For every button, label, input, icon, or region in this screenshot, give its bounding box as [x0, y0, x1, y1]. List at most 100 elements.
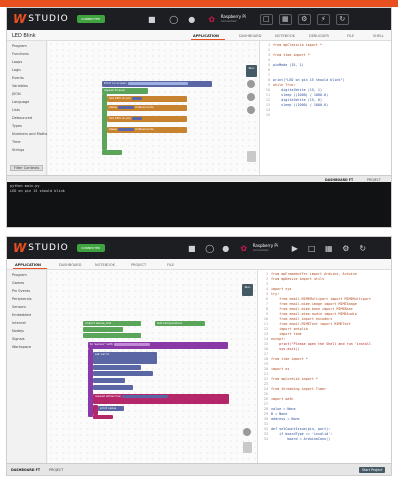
toolbox-item[interactable]: Games — [12, 281, 24, 285]
toolbox-item[interactable]: JSON — [12, 92, 21, 96]
menu-icon[interactable]: ■ — [145, 12, 159, 26]
toolbox-item[interactable]: Strings — [12, 148, 24, 152]
toolbox-item[interactable]: Numbers and Maths — [12, 132, 47, 136]
tab-dashboard-ft[interactable]: DASHBOARD FT — [11, 468, 40, 472]
toolbox-item[interactable]: Pin Events — [12, 289, 30, 293]
print-block[interactable]: print value — [98, 406, 124, 411]
run-button[interactable]: Run — [242, 284, 253, 296]
tab-dashboard[interactable]: DASHBOARD — [59, 263, 81, 267]
device-selector[interactable]: Raspberry Pi connected — [221, 14, 246, 24]
console-icon[interactable]: □ — [305, 241, 319, 255]
toolbox-item[interactable]: Types — [12, 124, 22, 128]
tab-notebook[interactable]: NOTEBOOK — [95, 263, 115, 267]
tab-shell[interactable]: SHELL — [373, 34, 384, 38]
tab-dashboard[interactable]: DASHBOARD — [239, 34, 261, 38]
flash-icon[interactable]: ⚡ — [316, 13, 330, 25]
trash-icon[interactable] — [247, 151, 256, 162]
toolbox-item[interactable]: Embedded — [12, 313, 31, 317]
help-icon[interactable]: ◯ — [203, 241, 217, 255]
set-led-block[interactable]: Set LED on pin — [107, 96, 187, 102]
code-editor[interactable]: 1 from mpFramebuffer import Arduino, Ardu… — [257, 270, 391, 463]
tab-notebook[interactable]: NOTEBOOK — [275, 34, 295, 38]
blocks-workspace[interactable]: import sense_hat Get temperature to 'sen… — [48, 270, 257, 463]
code-editor[interactable]: 1 from mpClassLib import * 2 3 from time i… — [259, 41, 391, 175]
tab-project[interactable]: PROJECT — [131, 263, 146, 267]
device-selector[interactable]: Raspberry Pi connected — [253, 243, 278, 253]
zoom-in-icon[interactable] — [243, 428, 251, 436]
wait-block[interactable]: sleep milliseconds — [107, 127, 187, 133]
wait-label: sleep — [109, 127, 117, 131]
tab-debugger[interactable]: DEBUGGER — [309, 34, 329, 38]
gear-icon[interactable]: ⚙ — [297, 13, 311, 25]
code-line: from email.MIMEMultipart import MIMEMult… — [271, 297, 372, 301]
code-line: import smtplib — [271, 327, 308, 331]
toolbox-item[interactable]: Peripherals — [12, 297, 32, 301]
toolbox-item[interactable]: Events — [12, 76, 24, 80]
set-block[interactable] — [93, 378, 125, 383]
zoom-in-icon[interactable] — [247, 80, 255, 88]
repeat-block[interactable]: repeat forever — [102, 88, 148, 94]
console-icon[interactable]: □ — [259, 13, 273, 25]
code-line: import os — [271, 367, 290, 371]
toolbox-item[interactable]: Program — [12, 273, 27, 277]
set-block[interactable] — [93, 385, 133, 390]
terminal[interactable]: python main.py LED on pin 15 should blin… — [7, 182, 391, 227]
play-icon[interactable]: ▶ — [288, 241, 302, 255]
tab-project[interactable]: PROJECT — [49, 468, 63, 472]
repeat-block[interactable]: repeat while true — [93, 394, 229, 404]
start-project-button[interactable]: Start Project — [359, 467, 386, 473]
help-icon[interactable]: ◯ — [167, 12, 181, 26]
tab-bar: LED Blink APPLICATION DASHBOARD NOTEBOOK… — [7, 30, 391, 41]
import-block[interactable]: import sense_hat — [83, 321, 141, 326]
import-block[interactable] — [83, 327, 123, 332]
zoom-reset-icon[interactable] — [247, 106, 255, 114]
repeat-block-arm — [102, 94, 107, 150]
toolbox-filter-button[interactable]: Filter Contexts — [10, 165, 44, 171]
tab-bar: APPLICATION DASHBOARD NOTEBOOK PROJECT F… — [7, 259, 391, 270]
toolbox-item[interactable]: Workspace — [12, 345, 31, 349]
run-button[interactable]: Run — [246, 65, 257, 77]
power-icon[interactable]: ● — [219, 241, 233, 255]
toolbox-item[interactable]: Internet — [12, 321, 26, 325]
trash-icon[interactable] — [243, 442, 252, 453]
zoom-out-icon[interactable] — [247, 93, 255, 101]
toolbox-item[interactable]: Program — [12, 44, 27, 48]
toolbox-item[interactable]: Lists — [12, 108, 20, 112]
print-block[interactable]: Print on screen — [102, 81, 212, 87]
set-block[interactable] — [93, 365, 141, 370]
toolbox-item[interactable]: Signals — [12, 337, 25, 341]
restart-icon[interactable]: ↻ — [335, 13, 349, 25]
menu-icon[interactable]: ■ — [185, 241, 199, 255]
code-line: from threading import Timer — [271, 387, 327, 391]
toolbox-item[interactable]: Variables — [12, 84, 28, 88]
set-block[interactable]: set var to — [93, 352, 157, 364]
gear-icon[interactable]: ⚙ — [339, 241, 353, 255]
toolbox-item[interactable]: Sensors — [12, 305, 26, 309]
toolbox-item[interactable]: Functions — [12, 52, 29, 56]
toolbox-item[interactable]: Loops — [12, 60, 22, 64]
function-block[interactable]: to 'sensor' with — [88, 342, 228, 349]
set-block[interactable] — [93, 371, 153, 376]
wait-block[interactable]: sleep milliseconds — [107, 105, 187, 111]
toolbox-item[interactable]: Time — [12, 140, 21, 144]
set-led-block[interactable]: Set LED on pin — [107, 116, 187, 122]
gpio-icon[interactable]: ▦ — [322, 241, 336, 255]
tab-file[interactable]: FILE — [347, 34, 354, 38]
field-block[interactable]: Get temperature — [155, 321, 205, 326]
tab-application[interactable]: APPLICATION — [193, 34, 219, 38]
code-line: from email.MIMEText import MIMEText — [271, 322, 351, 326]
code-line: address = None — [271, 417, 300, 421]
restart-icon[interactable]: ↻ — [356, 241, 370, 255]
tab-file[interactable]: FILE — [167, 263, 174, 267]
import-block[interactable] — [83, 333, 141, 338]
tab-application[interactable]: APPLICATION — [15, 263, 41, 267]
toolbox-item[interactable]: Language — [12, 100, 29, 104]
toolbox-item[interactable]: Logic — [12, 68, 21, 72]
field-block-label: Get temperature — [157, 321, 183, 325]
code-line: sleep ((1000) / 1000.0) — [273, 93, 329, 97]
power-icon[interactable]: ● — [185, 12, 199, 26]
blocks-workspace[interactable]: Print on screen repeat forever Set LED o… — [48, 41, 259, 175]
toolbox-item[interactable]: Nodejs — [12, 329, 24, 333]
toolbox-item[interactable]: Debounced — [12, 116, 32, 120]
gpio-icon[interactable]: ▦ — [278, 13, 292, 25]
